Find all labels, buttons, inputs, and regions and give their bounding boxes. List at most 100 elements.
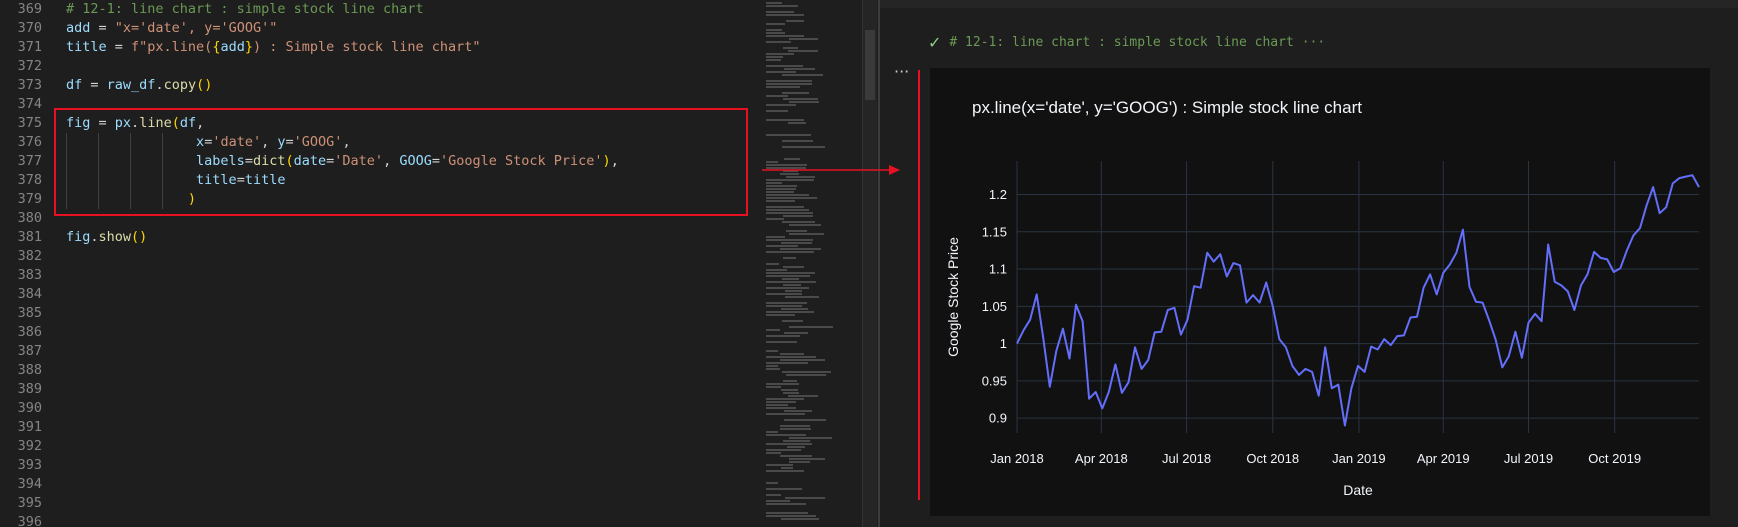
code-token: () [131,229,148,245]
series-line-goog [1016,174,1700,427]
code-line[interactable]: 395 [0,494,770,513]
minimap-line [789,461,810,463]
minimap-line [766,32,785,34]
code-line[interactable]: 369 # 12-1: line chart : simple stock lin… [0,0,770,19]
line-number: 378 [17,172,42,188]
line-number: 370 [17,20,42,36]
code-token: raw_df [106,77,156,93]
minimap-line [766,134,811,136]
minimap-line [766,236,785,238]
line-number: 387 [17,343,42,359]
code-line[interactable]: 389 [0,380,770,399]
cell-header-text: # 12-1: line chart : simple stock line c… [949,34,1294,50]
code-line[interactable]: 372 [0,57,770,76]
line-number: 394 [17,476,42,492]
output-marker-bar [918,70,920,500]
line-number: 381 [17,229,42,245]
code-line[interactable]: 387 [0,342,770,361]
line-number: 386 [17,324,42,340]
y-tick-label: 1.2 [989,187,1007,202]
minimap-line [766,164,807,166]
minimap-line [782,371,831,373]
code-line[interactable]: 390 [0,399,770,418]
code-line[interactable]: 383 [0,266,770,285]
minimap-line [766,356,816,358]
line-number: 371 [17,39,42,55]
plotly-chart[interactable]: 0.9 0.95 1 1.05 1.1 1.15 1.2 Jan 2018 Apr 2018 Ju… [930,68,1710,516]
code-line[interactable]: 391 [0,418,770,437]
code-token: # 12-1: line chart : simple stock line c… [66,1,424,17]
code-line[interactable]: 384 [0,285,770,304]
minimap-line [786,230,807,232]
cell-header[interactable]: ✓ # 12-1: line chart : simple stock line… [928,31,1325,53]
minimap-line [781,242,812,244]
minimap-line [784,419,826,421]
code-editor[interactable]: 369 # 12-1: line chart : simple stock lin… [0,0,770,527]
minimap-line [766,503,806,505]
minimap[interactable] [762,0,852,527]
x-tick-label: Apr 2019 [1417,451,1470,466]
minimap-line [766,314,795,316]
code-line[interactable]: 381 fig.show() [0,228,770,247]
minimap-line [766,293,802,295]
interactive-output-pane: ✓ # 12-1: line chart : simple stock line… [880,0,1738,527]
scrollbar-thumb[interactable] [865,30,875,100]
more-actions-icon[interactable]: ··· [894,62,909,81]
minimap-line [766,83,812,85]
minimap-line [766,272,815,274]
minimap-line [766,2,782,4]
code-text: fig.show() [66,228,147,247]
minimap-line [780,248,821,250]
code-line[interactable]: 370 add = "x='date', y='GOOG'" [0,19,770,38]
minimap-line [766,86,800,88]
minimap-line [766,194,809,196]
editor-scrollbar[interactable] [862,0,877,527]
minimap-line [766,80,812,82]
minimap-line [789,101,819,103]
code-line[interactable]: 386 [0,323,770,342]
minimap-line [766,167,806,169]
minimap-line [766,500,790,502]
line-number: 396 [17,514,42,527]
code-line[interactable]: 394 [0,475,770,494]
x-tick-label: Apr 2018 [1075,451,1128,466]
cell-header-more: ··· [1301,34,1326,50]
minimap-line [766,239,813,241]
minimap-line [780,425,810,427]
code-line[interactable]: 392 [0,437,770,456]
code-text: # 12-1: line chart : simple stock line c… [66,0,424,19]
code-line[interactable]: 371 title = f"px.line({add}) : Simple sto… [0,38,770,57]
minimap-line [766,329,780,331]
line-number: 377 [17,153,42,169]
code-line[interactable]: 388 [0,361,770,380]
code-line[interactable]: 385 [0,304,770,323]
minimap-line [766,110,788,112]
code-token: } [244,39,253,55]
minimap-line [766,311,814,313]
minimap-line [782,140,813,142]
minimap-line [766,398,804,400]
code-token: show [98,229,132,245]
line-number: 375 [17,115,42,131]
minimap-line [766,59,781,61]
minimap-line [785,296,819,298]
line-number: 380 [17,210,42,226]
minimap-line [766,404,788,406]
minimap-line [786,20,804,22]
code-line[interactable]: 396 [0,513,770,527]
line-number: 376 [17,134,42,150]
minimap-line [766,494,781,496]
minimap-line [766,302,807,304]
minimap-line [766,209,809,211]
code-line[interactable]: 373 df = raw_df.copy() [0,76,770,95]
code-token: = [106,39,132,55]
code-line[interactable]: 393 [0,456,770,475]
minimap-line [788,122,806,124]
minimap-line [766,305,802,307]
minimap-line [766,53,794,55]
minimap-line [786,176,815,178]
minimap-line [766,197,817,199]
minimap-line [766,188,796,190]
line-number: 373 [17,77,42,93]
code-line[interactable]: 382 [0,247,770,266]
